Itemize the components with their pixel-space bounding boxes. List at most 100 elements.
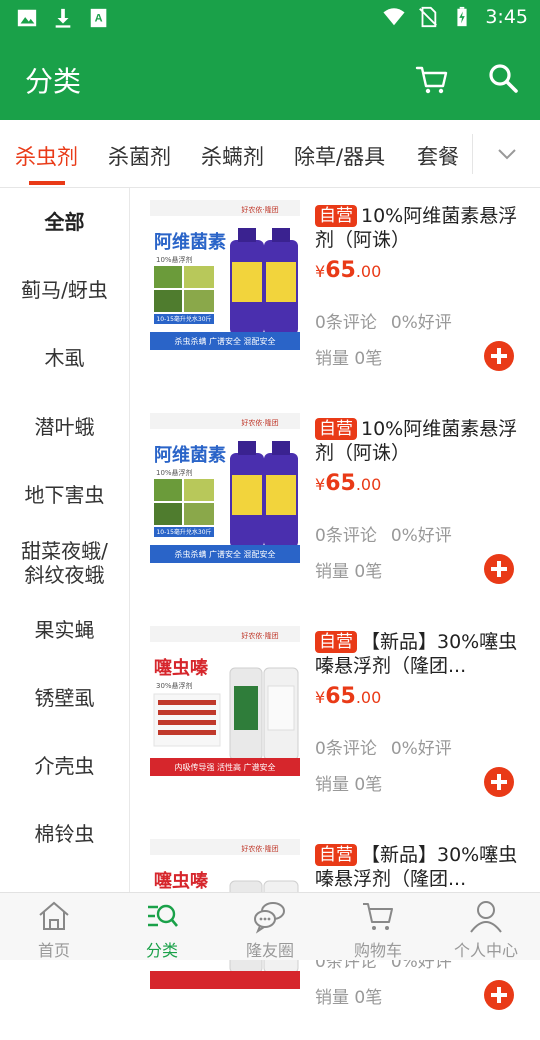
product-card[interactable]: 好农依·隆团 阿维菌素 10%悬浮剂 10-15毫升兑水30斤 杀虫杀螨 广谱安… <box>130 188 540 401</box>
sidebar-item-leafminer[interactable]: 潜叶蛾 <box>0 415 129 439</box>
nav-category-label: 分类 <box>145 941 178 960</box>
self-operated-badge: 自营 <box>315 844 357 866</box>
product-image-dose: 10-15毫升兑水30斤 <box>156 315 211 323</box>
status-bar: A 3:45 <box>0 0 540 38</box>
bottom-nav: 首页 分类 隆友圈 购物车 个人中心 <box>0 892 540 960</box>
category-icon <box>148 904 178 927</box>
sidebar-item-fruit-fly[interactable]: 果实蝇 <box>0 618 129 642</box>
add-to-cart-button[interactable] <box>484 341 514 371</box>
home-icon <box>39 901 69 930</box>
sidebar-item-armyworm[interactable]: 甜菜夜蛾/ 斜纹夜蛾 <box>0 539 129 587</box>
product-price: ¥65.00 <box>315 471 381 496</box>
sidebar-item-soil-pests[interactable]: 地下害虫 <box>0 483 129 507</box>
nav-category[interactable]: 分类 <box>108 893 216 961</box>
add-to-cart-button[interactable] <box>484 554 514 584</box>
product-image-spec: 10%悬浮剂 <box>156 255 193 264</box>
product-sales: 销量 0笔 <box>315 988 383 1008</box>
add-to-cart-button[interactable] <box>484 767 514 797</box>
product-reviews: 0条评论 0%好评 <box>315 734 452 759</box>
sidebar-item-all[interactable]: 全部 <box>0 210 129 234</box>
sidebar-item-psyllid[interactable]: 木虱 <box>0 346 129 370</box>
review-count: 0条评论 <box>315 739 377 759</box>
product-card[interactable]: 好农依·隆团 阿维菌素 10%悬浮剂 10-15毫升兑水30斤 杀虫杀螨 广谱安… <box>130 401 540 614</box>
price-cents: .00 <box>355 688 382 707</box>
nav-circle[interactable]: 隆友圈 <box>216 893 324 961</box>
nav-cart[interactable]: 购物车 <box>324 893 432 961</box>
tab-divider <box>472 134 473 174</box>
product-image-dose: 10-15毫升兑水30斤 <box>156 528 211 536</box>
self-operated-badge: 自营 <box>315 418 357 440</box>
positive-rate: 0%好评 <box>390 526 452 546</box>
nav-cart-label: 购物车 <box>353 941 402 960</box>
product-title[interactable]: 自营 【新品】30%噻虫嗪悬浮剂（隆团... <box>315 630 525 678</box>
chevron-down-icon[interactable] <box>496 146 518 162</box>
nav-circle-label: 隆友圈 <box>245 941 294 960</box>
product-image-name: 阿维菌素 <box>154 231 226 253</box>
product-image-footer: 内吸传导强 活性高 广谱安全 <box>174 762 275 772</box>
product-title[interactable]: 自营 10%阿维菌素悬浮剂（阿诛） <box>315 417 525 465</box>
nav-home-label: 首页 <box>37 941 70 960</box>
sidebar-item-thrips-aphid[interactable]: 蓟马/蚜虫 <box>0 278 129 302</box>
sidebar-item-bollworm[interactable]: 棉铃虫 <box>0 822 129 846</box>
chat-icon <box>254 902 285 934</box>
status-time: 3:45 <box>485 6 528 28</box>
price-main: 65 <box>325 258 356 283</box>
product-image-name: 噻虫嗪 <box>154 657 209 679</box>
product-image-brand: 好农依·隆团 <box>241 418 278 427</box>
sidebar-item-scale-insect[interactable]: 介壳虫 <box>0 754 129 778</box>
product-image-brand: 好农依·隆团 <box>241 205 278 214</box>
nav-home[interactable]: 首页 <box>0 893 108 961</box>
positive-rate: 0%好评 <box>390 739 452 759</box>
no-sim-icon <box>419 6 438 28</box>
product-sales: 销量 0笔 <box>315 349 383 369</box>
svg-text:A: A <box>95 13 103 25</box>
subcategory-sidebar: 全部 蓟马/蚜虫 木虱 潜叶蛾 地下害虫 甜菜夜蛾/ 斜纹夜蛾 果实蝇 锈壁虱 … <box>0 188 130 892</box>
product-image[interactable]: 好农依·隆团 噻虫嗪 30%悬浮剂 内吸传导强 活性高 广谱安全 <box>150 626 300 776</box>
app-bar: 分类 <box>0 38 540 120</box>
price-cents: .00 <box>355 475 382 494</box>
product-card[interactable]: 好农依·隆团 噻虫嗪 30%悬浮剂 内吸传导强 活性高 广谱安全 自营 【新品】… <box>130 614 540 827</box>
product-price: ¥65.00 <box>315 684 381 709</box>
product-image-footer: 杀虫杀螨 广谱安全 混配安全 <box>174 549 275 559</box>
tab-acaricide[interactable]: 杀螨剂 <box>201 141 264 171</box>
product-sales: 销量 0笔 <box>315 562 383 582</box>
active-tab-indicator <box>29 181 65 185</box>
review-count: 0条评论 <box>315 526 377 546</box>
tab-insecticide[interactable]: 杀虫剂 <box>15 141 78 171</box>
price-main: 65 <box>325 471 356 496</box>
self-operated-badge: 自营 <box>315 205 357 227</box>
sidebar-item-rust-mite[interactable]: 锈壁虱 <box>0 686 129 710</box>
nav-profile[interactable]: 个人中心 <box>432 893 540 961</box>
price-currency: ¥ <box>315 262 326 281</box>
wifi-icon <box>383 8 405 26</box>
product-price: ¥65.00 <box>315 258 381 283</box>
product-image[interactable]: 好农依·隆团 阿维菌素 10%悬浮剂 10-15毫升兑水30斤 杀虫杀螨 广谱安… <box>150 413 300 563</box>
product-image-brand: 好农依·隆团 <box>241 844 278 853</box>
product-reviews: 0条评论 0%好评 <box>315 521 452 546</box>
cart-icon <box>363 903 393 930</box>
category-tabs: 杀虫剂 杀菌剂 杀螨剂 除草/器具 套餐 <box>0 120 540 188</box>
positive-rate: 0%好评 <box>390 313 452 333</box>
product-title[interactable]: 自营 10%阿维菌素悬浮剂（阿诛） <box>315 204 525 252</box>
product-image-name: 噻虫嗪 <box>154 870 209 892</box>
tab-herbicide-tools[interactable]: 除草/器具 <box>294 141 385 171</box>
product-sales: 销量 0笔 <box>315 775 383 795</box>
price-currency: ¥ <box>315 688 326 707</box>
price-currency: ¥ <box>315 475 326 494</box>
review-count: 0条评论 <box>315 313 377 333</box>
add-to-cart-button[interactable] <box>484 980 514 1010</box>
self-operated-badge: 自营 <box>315 631 357 653</box>
product-image[interactable]: 好农依·隆团 阿维菌素 10%悬浮剂 10-15毫升兑水30斤 杀虫杀螨 广谱安… <box>150 200 300 350</box>
product-image-name: 阿维菌素 <box>154 444 226 466</box>
cart-icon[interactable] <box>414 61 450 97</box>
font-icon: A <box>90 8 107 28</box>
user-icon <box>470 901 502 933</box>
search-icon[interactable] <box>486 61 520 95</box>
tab-fungicide[interactable]: 杀菌剂 <box>108 141 171 171</box>
product-image-footer: 杀虫杀螨 广谱安全 混配安全 <box>174 336 275 346</box>
download-icon <box>55 8 71 28</box>
product-title[interactable]: 自营 【新品】30%噻虫嗪悬浮剂（隆团... <box>315 843 525 891</box>
product-reviews: 0条评论 0%好评 <box>315 308 452 333</box>
tab-bundle[interactable]: 套餐 <box>417 141 459 171</box>
page-title: 分类 <box>25 65 82 98</box>
